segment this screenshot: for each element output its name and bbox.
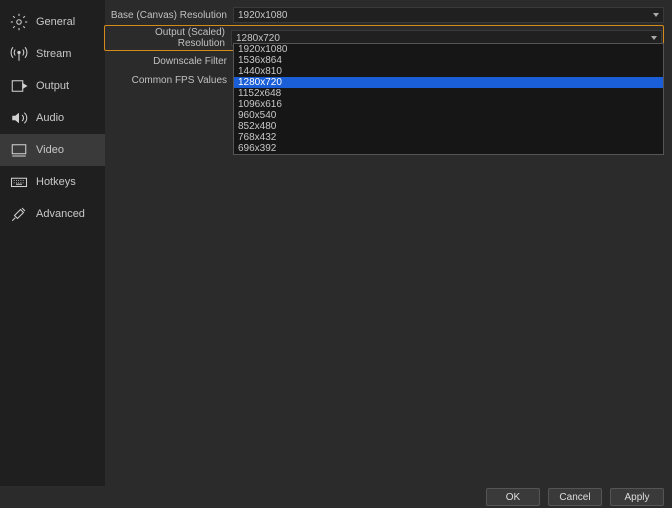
apply-button[interactable]: Apply xyxy=(610,488,664,506)
output-resolution-dropdown-list[interactable]: 1920x10801536x8641440x8101280x7201152x64… xyxy=(233,43,664,155)
sidebar-item-label: General xyxy=(36,16,75,28)
sidebar-item-label: Advanced xyxy=(36,208,85,220)
base-resolution-label: Base (Canvas) Resolution xyxy=(106,10,233,21)
fps-label: Common FPS Values xyxy=(106,75,233,86)
sidebar-item-label: Hotkeys xyxy=(36,176,76,188)
dropdown-option[interactable]: 1152x648 xyxy=(234,88,663,99)
keyboard-icon xyxy=(10,173,28,191)
dialog-footer: OK Cancel Apply xyxy=(0,486,672,508)
dropdown-option[interactable]: 1280x720 xyxy=(234,77,663,88)
sidebar: General Stream Output Audio Video Hotkey… xyxy=(0,0,105,486)
downscale-filter-label: Downscale Filter xyxy=(106,56,233,67)
sidebar-item-advanced[interactable]: Advanced xyxy=(0,198,105,230)
output-resolution-value: 1280x720 xyxy=(236,33,280,44)
sidebar-item-label: Audio xyxy=(36,112,64,124)
dropdown-option[interactable]: 1920x1080 xyxy=(234,44,663,55)
sidebar-item-video[interactable]: Video xyxy=(0,134,105,166)
sidebar-item-audio[interactable]: Audio xyxy=(0,102,105,134)
dropdown-option[interactable]: 852x480 xyxy=(234,121,663,132)
sidebar-item-hotkeys[interactable]: Hotkeys xyxy=(0,166,105,198)
ok-button[interactable]: OK xyxy=(486,488,540,506)
dropdown-option[interactable]: 1096x616 xyxy=(234,99,663,110)
output-resolution-label: Output (Scaled) Resolution xyxy=(106,27,231,49)
output-icon xyxy=(10,77,28,95)
sidebar-item-output[interactable]: Output xyxy=(0,70,105,102)
base-resolution-value: 1920x1080 xyxy=(238,10,288,21)
dropdown-option[interactable]: 960x540 xyxy=(234,110,663,121)
dropdown-option[interactable]: 696x392 xyxy=(234,143,663,154)
sidebar-item-label: Output xyxy=(36,80,69,92)
monitor-icon xyxy=(10,141,28,159)
sidebar-item-label: Stream xyxy=(36,48,71,60)
tools-icon xyxy=(10,205,28,223)
dropdown-option[interactable]: 1440x810 xyxy=(234,66,663,77)
sidebar-item-general[interactable]: General xyxy=(0,6,105,38)
dropdown-option[interactable]: 1536x864 xyxy=(234,55,663,66)
dropdown-option[interactable]: 768x432 xyxy=(234,132,663,143)
sidebar-item-stream[interactable]: Stream xyxy=(0,38,105,70)
cancel-button[interactable]: Cancel xyxy=(548,488,602,506)
broadcast-icon xyxy=(10,45,28,63)
base-resolution-dropdown[interactable]: 1920x1080 xyxy=(233,7,664,23)
gear-icon xyxy=(10,13,28,31)
sidebar-item-label: Video xyxy=(36,144,64,156)
base-resolution-row: Base (Canvas) Resolution 1920x1080 xyxy=(106,6,664,24)
speaker-icon xyxy=(10,109,28,127)
chevron-down-icon xyxy=(651,9,661,21)
